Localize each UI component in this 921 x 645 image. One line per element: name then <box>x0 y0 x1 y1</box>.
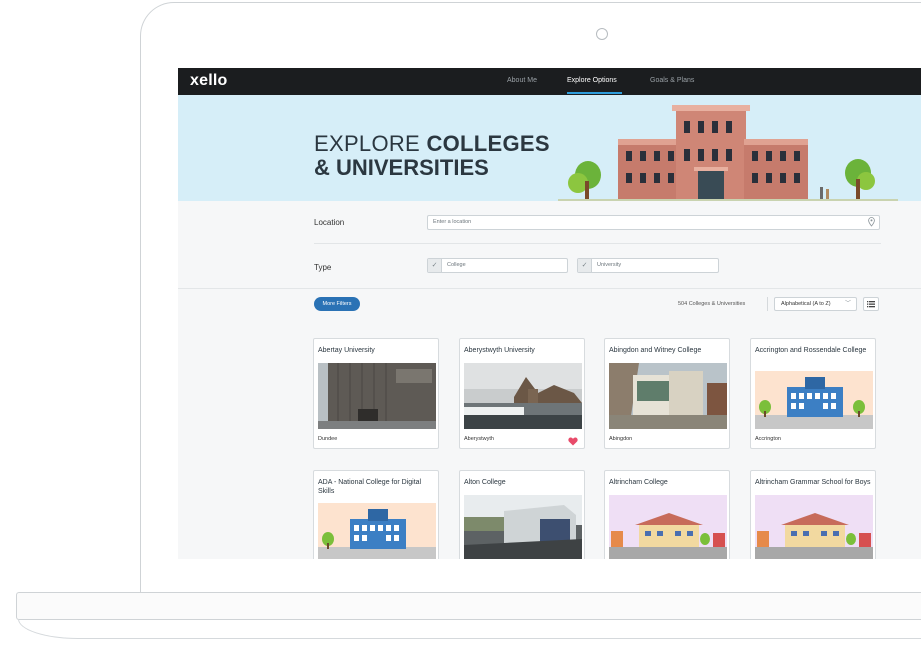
location-input[interactable]: Enter a location <box>427 215 880 230</box>
college-name[interactable]: Altrincham College <box>609 478 727 487</box>
college-card[interactable]: Altrincham College <box>604 470 730 559</box>
location-placeholder: Enter a location <box>433 219 472 225</box>
college-card[interactable]: Aberystwyth University Aberystwyth <box>459 338 585 449</box>
sort-dropdown[interactable]: Alphabetical (A to Z) ﹀ <box>774 297 857 311</box>
college-name[interactable]: Accrington and Rossendale College <box>755 346 873 355</box>
check-icon: ✓ <box>428 259 442 272</box>
check-icon: ✓ <box>578 259 592 272</box>
college-photo <box>464 495 582 559</box>
more-filters-button[interactable]: More Filters <box>314 297 360 311</box>
favorite-heart-icon[interactable] <box>568 433 578 448</box>
nav-goals-plans[interactable]: Goals & Plans <box>650 77 694 84</box>
college-city: Accrington <box>755 436 781 442</box>
type-university-label: University <box>597 262 622 268</box>
type-college-label: College <box>447 262 466 268</box>
list-view-button[interactable] <box>863 297 879 311</box>
nav-explore-options[interactable]: Explore Options <box>567 77 617 84</box>
xello-logo[interactable]: xello <box>190 72 227 90</box>
college-name[interactable]: Altrincham Grammar School for Boys <box>755 478 873 487</box>
college-illustration <box>755 371 873 429</box>
type-college-checkbox[interactable]: ✓ College <box>427 258 568 273</box>
location-pin-icon <box>868 217 875 233</box>
college-card[interactable]: ADA - National College for Digital Skill… <box>313 470 439 559</box>
college-illustration <box>318 503 436 559</box>
app-screen: xello About Me Explore Options Goals & P… <box>178 68 921 559</box>
college-name[interactable]: Abingdon and Witney College <box>609 346 727 355</box>
location-label: Location <box>314 218 345 227</box>
college-name[interactable]: Aberystwyth University <box>464 346 582 355</box>
college-name[interactable]: Abertay University <box>318 346 436 355</box>
top-nav: xello About Me Explore Options Goals & P… <box>178 68 921 95</box>
college-building-illustration <box>558 105 898 201</box>
page-title-line-2: & UNIVERSITIES <box>314 155 489 180</box>
college-city: Aberystwyth <box>464 436 494 442</box>
college-city: Abingdon <box>609 436 633 442</box>
filter-divider <box>314 243 881 244</box>
type-university-checkbox[interactable]: ✓ University <box>577 258 719 273</box>
chevron-down-icon: ﹀ <box>844 301 851 307</box>
college-name[interactable]: Alton College <box>464 478 582 487</box>
laptop-base-edge <box>18 619 921 639</box>
filter-panel: Location Enter a location Type ✓ College… <box>178 201 921 289</box>
college-name[interactable]: ADA - National College for Digital Skill… <box>318 478 436 496</box>
nav-about-me[interactable]: About Me <box>507 77 537 84</box>
college-photo <box>609 363 727 429</box>
type-label: Type <box>314 263 332 272</box>
college-illustration <box>609 495 727 559</box>
college-card[interactable]: Abingdon and Witney College Abingdon <box>604 338 730 449</box>
college-city: Dundee <box>318 436 338 442</box>
sort-value: Alphabetical (A to Z) <box>781 301 831 307</box>
college-photo <box>318 363 436 429</box>
college-card[interactable]: Abertay University Dundee <box>313 338 439 449</box>
webcam-icon <box>596 28 608 40</box>
results-count: 504 Colleges & Universities <box>678 301 746 307</box>
page-title-line-1: EXPLORE COLLEGES <box>314 131 550 156</box>
college-card[interactable]: Accrington and Rossendale College Accrin… <box>750 338 876 449</box>
toolbar-separator <box>767 297 768 311</box>
college-photo <box>464 363 582 429</box>
nav-active-indicator <box>567 92 622 94</box>
list-view-icon <box>867 301 875 308</box>
laptop-base <box>16 592 921 620</box>
hero-banner: EXPLORE COLLEGES & UNIVERSITIES <box>178 95 921 201</box>
college-illustration <box>755 495 873 559</box>
college-card[interactable]: Alton College <box>459 470 585 559</box>
college-card[interactable]: Altrincham Grammar School for Boys <box>750 470 876 559</box>
